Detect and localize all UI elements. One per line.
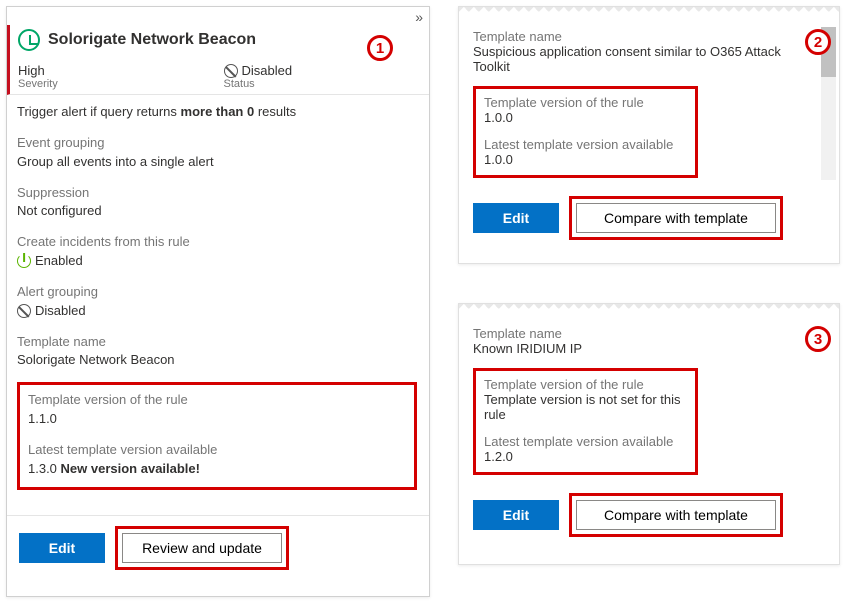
rule-version-label: Template version of the rule: [484, 377, 687, 392]
template-name-value: Known IRIDIUM IP: [473, 341, 817, 356]
card-footer: Edit Compare with template: [459, 487, 839, 549]
template-name-label: Template name: [473, 29, 817, 44]
version-highlight-box: Template version of the rule Template ve…: [473, 368, 698, 475]
review-and-update-button[interactable]: Review and update: [122, 533, 282, 563]
status-label: Status: [224, 78, 430, 90]
alert-grouping-label: Alert grouping: [17, 283, 417, 302]
suppression-value: Not configured: [17, 202, 417, 221]
edit-button[interactable]: Edit: [473, 203, 559, 233]
review-button-highlight: Review and update: [115, 526, 289, 570]
rule-details-panel: » Solorigate Network Beacon High Severit…: [6, 6, 430, 597]
receipt-edge: [459, 304, 839, 314]
latest-version-value: 1.0.0: [484, 152, 687, 167]
stage: » Solorigate Network Beacon High Severit…: [3, 3, 843, 600]
rule-card-3: Template name Known IRIDIUM IP Template …: [458, 303, 840, 565]
panel-meta: High Severity Disabled Status: [7, 59, 429, 95]
callout-1: 1: [367, 35, 393, 61]
receipt-edge: [459, 7, 839, 17]
severity-value: High: [18, 63, 224, 78]
rule-version-value: 1.0.0: [484, 110, 687, 125]
scheduled-rule-icon: [18, 29, 40, 51]
create-incidents-value: Enabled: [17, 252, 417, 271]
latest-version-label: Latest template version available: [484, 137, 687, 152]
edit-button[interactable]: Edit: [473, 500, 559, 530]
compare-with-template-button[interactable]: Compare with template: [576, 500, 776, 530]
latest-version-value: 1.2.0: [484, 449, 687, 464]
edit-button[interactable]: Edit: [19, 533, 105, 563]
template-name-label: Template name: [473, 326, 817, 341]
latest-version-value: 1.3.0 New version available!: [28, 460, 406, 479]
rule-title: Solorigate Network Beacon: [48, 31, 256, 49]
severity-label: Severity: [18, 78, 224, 90]
callout-2: 2: [805, 29, 831, 55]
suppression-label: Suppression: [17, 184, 417, 203]
enabled-icon: [17, 254, 31, 268]
rule-version-label: Template version of the rule: [484, 95, 687, 110]
panel-header: Solorigate Network Beacon: [7, 25, 429, 59]
disabled-icon: [17, 304, 31, 318]
rule-card-2: Template name Suspicious application con…: [458, 6, 840, 264]
panel-footer: Edit Review and update: [7, 515, 429, 580]
disabled-icon: [224, 64, 238, 78]
compare-button-highlight: Compare with template: [569, 196, 783, 240]
version-highlight-box: Template version of the rule 1.1.0 Lates…: [17, 382, 417, 489]
rule-version-value: Template version is not set for this rul…: [484, 392, 687, 422]
compare-button-highlight: Compare with template: [569, 493, 783, 537]
callout-3: 3: [805, 326, 831, 352]
latest-version-label: Latest template version available: [28, 441, 406, 460]
latest-version-label: Latest template version available: [484, 434, 687, 449]
card-footer: Edit Compare with template: [459, 190, 839, 252]
event-grouping-value: Group all events into a single alert: [17, 153, 417, 172]
status-value: Disabled: [224, 63, 430, 78]
template-name-value: Suspicious application consent similar t…: [473, 44, 817, 74]
trigger-text: Trigger alert if query returns more than…: [17, 101, 417, 122]
version-highlight-box: Template version of the rule 1.0.0 Lates…: [473, 86, 698, 178]
collapse-icon[interactable]: »: [7, 7, 429, 25]
panel-scroll-area[interactable]: Trigger alert if query returns more than…: [7, 95, 429, 515]
rule-version-value: 1.1.0: [28, 410, 406, 429]
compare-with-template-button[interactable]: Compare with template: [576, 203, 776, 233]
template-name-label: Template name: [17, 333, 417, 352]
alert-grouping-value: Disabled: [17, 302, 417, 321]
rule-version-label: Template version of the rule: [28, 391, 406, 410]
create-incidents-label: Create incidents from this rule: [17, 233, 417, 252]
event-grouping-label: Event grouping: [17, 134, 417, 153]
template-name-value: Solorigate Network Beacon: [17, 351, 417, 370]
